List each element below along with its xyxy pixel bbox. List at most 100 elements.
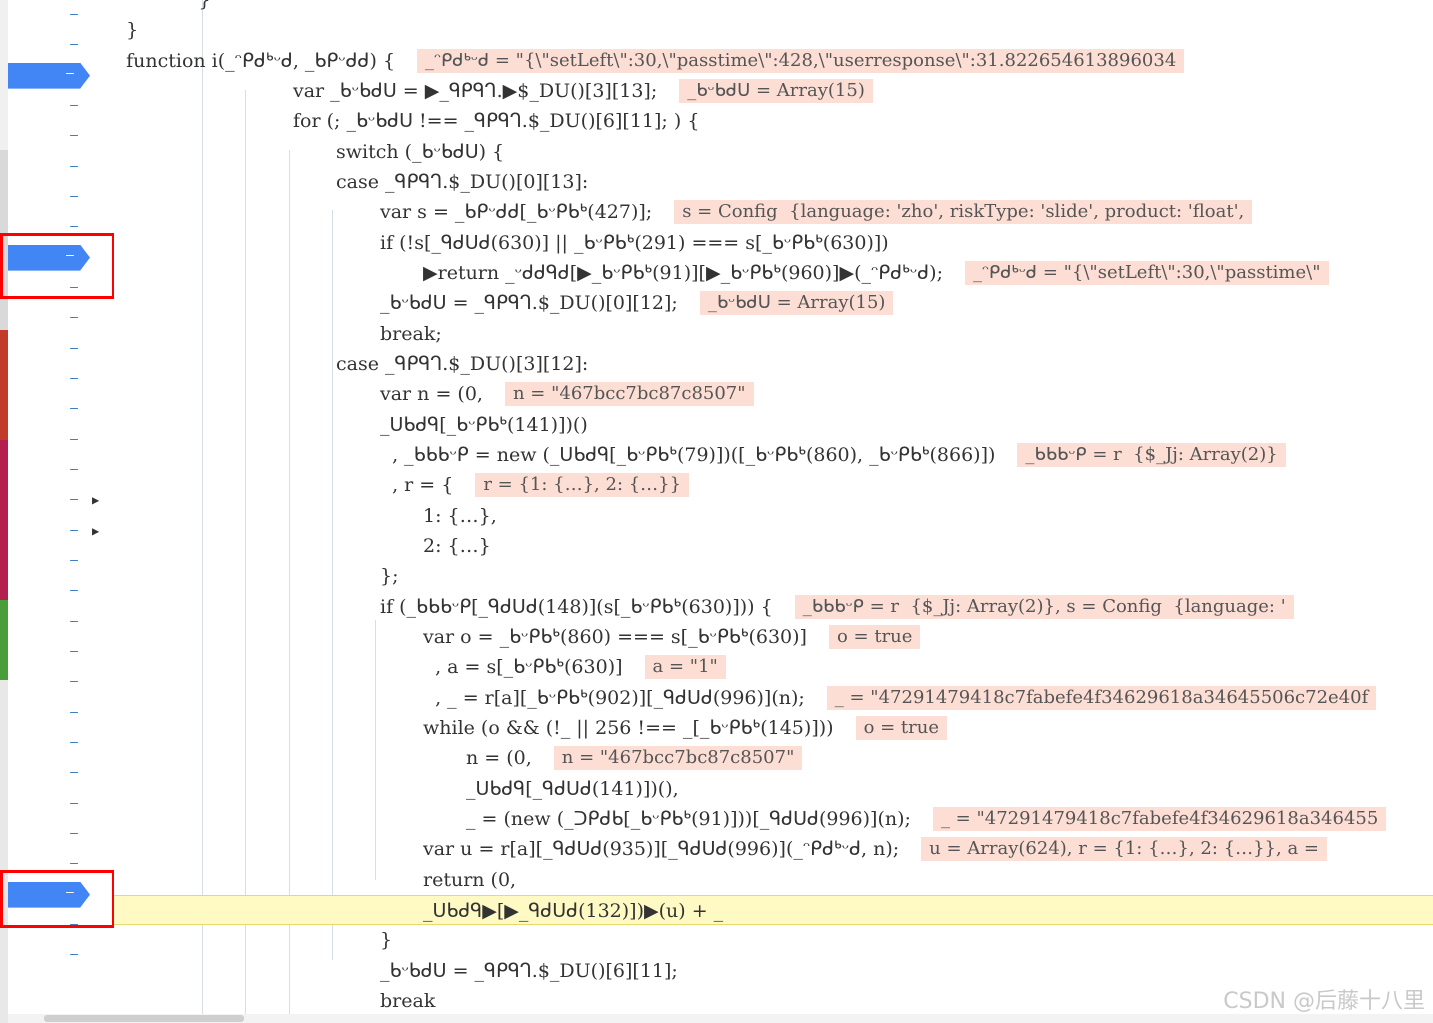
line-number[interactable]: – — [64, 789, 84, 819]
line-number[interactable]: – — [64, 121, 84, 151]
code-text: _ᑌᑲᑯᑫ▶[▶_ᑫᑯᑌᑯ(132)])▶(u) + _ — [423, 899, 724, 922]
code-text: _ᑌᑲᑯᑫ[_ᑲᵕᑭᑲᒃ(141)])() — [380, 413, 588, 436]
breakpoint-marker[interactable]: – — [8, 62, 90, 89]
code-line[interactable]: _ = (new (_ᑐᑭᑯᑲ[_ᑲᵕᑭᑲᒃ(91)]))[_ᑫᑯᑌᑯ(996)… — [114, 804, 1433, 834]
code-text: var o = _ᑲᵕᑭᑲᒃ(860) === s[_ᑲᵕᑭᑲᒃ(630)] — [423, 625, 807, 648]
code-text: case _ᑫᑭᑫᒉ.$_DU()[3][12]: — [336, 352, 589, 375]
code-text: }; — [380, 565, 399, 588]
code-text: 1: {…}, — [423, 504, 497, 527]
line-number[interactable]: – — [64, 637, 84, 667]
code-line[interactable]: return (0, — [114, 865, 1433, 895]
code-line[interactable]: n = (0, n = "467bcc7bc87c8507" — [114, 743, 1433, 773]
watermark: CSDN @后藤十八里 — [1223, 989, 1425, 1014]
code-line[interactable]: , _ = r[a][_ᑲᵕᑭᑲᒃ(902)][_ᑫᑯᑌᑯ(996)](n); _… — [114, 683, 1433, 713]
code-text: } — [114, 0, 211, 11]
code-line[interactable]: 2: {…} — [114, 531, 1433, 561]
code-line[interactable]: , _ᑲᑲᑲᵕᑭ = new (_ᑌᑲᑯᑫ[_ᑲᵕᑭᑲᒃ(79)])([_ᑲᵕᑭ… — [114, 440, 1433, 470]
code-text: while (o && (!_ || 256 !== _[_ᑲᵕᑭᑲᒃ(145)… — [423, 716, 834, 739]
code-line[interactable]: }; — [114, 561, 1433, 591]
code-line[interactable]: _ᑌᑲᑯᑫ[_ᑲᵕᑭᑲᒃ(141)])() — [114, 410, 1433, 440]
scrollbar-thumb[interactable] — [44, 1015, 244, 1022]
code-line[interactable]: , r = { r = {1: {…}, 2: {…}} — [114, 470, 1433, 500]
inline-value-preview: n = "467bcc7bc87c8507" — [553, 746, 803, 771]
code-line[interactable]: if (!s[_ᑫᑯᑌᑯ(630)] || _ᑲᵕᑭᑲᒃ(291) === s[… — [114, 228, 1433, 258]
expand-arrow-icon[interactable]: ▶ — [92, 516, 99, 546]
line-number[interactable]: – — [64, 819, 84, 849]
code-line[interactable]: var o = _ᑲᵕᑭᑲᒃ(860) === s[_ᑲᵕᑭᑲᒃ(630)] o … — [114, 622, 1433, 652]
expand-arrow-icon[interactable]: ▶ — [92, 485, 99, 515]
code-text: , r = { — [380, 474, 454, 497]
code-line[interactable]: while (o && (!_ || 256 !== _[_ᑲᵕᑭᑲᒃ(145)… — [114, 713, 1433, 743]
inline-value-preview: o = true — [855, 715, 948, 740]
line-number[interactable]: – — [64, 182, 84, 212]
line-number[interactable]: – — [64, 30, 84, 60]
line-number[interactable]: – — [64, 303, 84, 333]
line-number[interactable]: – — [64, 364, 84, 394]
line-number-gutter: – – – – – – – – – – – – – – – – – ▶ – ▶ – – – – – – – – – – – – – – — [0, 0, 115, 1023]
code-line[interactable]: case _ᑫᑭᑫᒉ.$_DU()[3][12]: — [114, 349, 1433, 379]
line-number[interactable]: – — [64, 516, 84, 546]
red-annotation-box — [0, 869, 115, 928]
code-line[interactable]: } — [114, 15, 1433, 45]
source-code-editor[interactable]: } } function i(_ᵔᑭᑯᒃᵕᑯ, _ᑲᑭᵕᑯᑯ) {_ᵔᑭᑯᒃᵕᑯ… — [114, 0, 1433, 1014]
code-line[interactable]: } — [114, 925, 1433, 955]
inline-value-preview: _ᑲᑲᑲᵕᑭ = r {$_Jj: Array(2)}, s = Config … — [794, 594, 1294, 619]
code-text: _ᑲᵕᑲᑯᑌ = _ᑫᑭᑫᒉ.$_DU()[0][12]; — [380, 292, 678, 315]
code-text: 2: {…} — [423, 534, 491, 557]
code-line[interactable]: _ᑲᵕᑲᑯᑌ = _ᑫᑭᑫᒉ.$_DU()[0][12]; _ᑲᵕᑲᑯᑌ = Ar… — [114, 288, 1433, 318]
code-line[interactable]: var s = _ᑲᑭᵕᑯᑯ[_ᑲᵕᑭᑲᒃ(427)]; s = Config {… — [114, 197, 1433, 227]
code-text: break — [380, 989, 436, 1012]
line-number[interactable]: – — [64, 698, 84, 728]
code-text: , _ = r[a][_ᑲᵕᑭᑲᒃ(902)][_ᑫᑯᑌᑯ(996)](n); — [423, 686, 805, 709]
line-number[interactable]: – — [64, 940, 84, 970]
code-text: _ᑌᑲᑯᑫ[_ᑫᑯᑌᑯ(141)])(), — [466, 777, 679, 800]
horizontal-scrollbar[interactable] — [8, 1014, 1433, 1023]
code-text: , _ᑲᑲᑲᵕᑭ = new (_ᑌᑲᑯᑫ[_ᑲᵕᑭᑲᒃ(79)])([_ᑲᵕᑭ… — [380, 443, 996, 466]
line-number[interactable]: – — [64, 667, 84, 697]
line-number[interactable]: – — [64, 273, 84, 303]
line-number[interactable]: – — [64, 607, 84, 637]
code-text: return (0, — [423, 868, 517, 891]
line-number[interactable]: – — [64, 91, 84, 121]
code-line[interactable]: switch (_ᑲᵕᑲᑯᑌ) { — [114, 137, 1433, 167]
line-number[interactable]: – — [64, 0, 84, 30]
code-line[interactable]: 1: {…}, — [114, 501, 1433, 531]
inline-value-preview: r = {1: {…}, 2: {…}} — [475, 473, 690, 498]
code-text: } — [114, 19, 139, 42]
line-number[interactable]: – — [64, 485, 84, 515]
line-number[interactable]: – — [64, 758, 84, 788]
code-line[interactable]: _ᑌᑲᑯᑫ▶[▶_ᑫᑯᑌᑯ(132)])▶(u) + _ — [114, 894, 1433, 925]
inline-value-preview: _ᵔᑭᑯᒃᵕᑯ = "{\"setLeft\":30,\"passtime\":… — [417, 48, 1185, 73]
line-number[interactable]: – — [64, 455, 84, 485]
code-text: _ᑲᵕᑲᑯᑌ = _ᑫᑭᑫᒉ.$_DU()[6][11]; — [380, 959, 678, 982]
code-line[interactable]: } — [114, 0, 1433, 15]
line-number[interactable]: – — [64, 394, 84, 424]
inline-value-preview: _ᑲᵕᑲᑯᑌ = Array(15) — [699, 291, 894, 316]
code-line[interactable]: var u = r[a][_ᑫᑯᑌᑯ(935)][_ᑫᑯᑌᑯ(996)](_ᵔᑭ… — [114, 834, 1433, 864]
code-line[interactable]: , a = s[_ᑲᵕᑭᑲᒃ(630)] a = "1" — [114, 652, 1433, 682]
code-text: break; — [380, 322, 442, 345]
code-line[interactable]: _ᑲᵕᑲᑯᑌ = _ᑫᑭᑫᒉ.$_DU()[6][11]; — [114, 956, 1433, 986]
line-number[interactable]: – — [64, 546, 84, 576]
code-text: } — [380, 929, 393, 952]
code-line[interactable]: ▶return _ᵕᑯᑯᑫᑯ[▶_ᑲᵕᑭᑲᒃ(91)][▶_ᑲᵕᑭᑲᒃ(960)… — [114, 258, 1433, 288]
code-line[interactable]: var _ᑲᵕᑲᑯᑌ = ▶_ᑫᑭᑫᒉ.▶$_DU()[3][13]; _ᑲᵕᑲᑯ… — [114, 76, 1433, 106]
line-number[interactable]: – — [64, 728, 84, 758]
code-line[interactable]: if (_ᑲᑲᑲᵕᑭ[_ᑫᑯᑌᑯ(148)](s[_ᑲᵕᑭᑲᒃ(630)])) … — [114, 592, 1433, 622]
code-line[interactable]: _ᑌᑲᑯᑫ[_ᑫᑯᑌᑯ(141)])(), — [114, 774, 1433, 804]
line-number[interactable]: – — [64, 576, 84, 606]
code-line[interactable]: var n = (0, n = "467bcc7bc87c8507" — [114, 379, 1433, 409]
line-number[interactable]: – — [64, 425, 84, 455]
code-line[interactable]: case _ᑫᑭᑫᒉ.$_DU()[0][13]: — [114, 167, 1433, 197]
code-line[interactable]: break; — [114, 319, 1433, 349]
line-number[interactable]: – — [64, 152, 84, 182]
code-text: _ = (new (_ᑐᑭᑯᑲ[_ᑲᵕᑭᑲᒃ(91)]))[_ᑫᑯᑌᑯ(996)… — [466, 807, 911, 830]
inline-value-preview: s = Config {language: 'zho', riskType: '… — [674, 200, 1253, 225]
line-number[interactable]: – — [64, 910, 84, 940]
red-annotation-box — [0, 232, 115, 299]
code-line[interactable]: function i(_ᵔᑭᑯᒃᵕᑯ, _ᑲᑭᵕᑯᑯ) {_ᵔᑭᑯᒃᵕᑯ = "… — [114, 46, 1433, 76]
line-number[interactable]: – — [64, 334, 84, 364]
code-line[interactable]: for (; _ᑲᵕᑲᑯᑌ !== _ᑫᑭᑫᒉ.$_DU()[6][11]; )… — [114, 106, 1433, 136]
code-text: var s = _ᑲᑭᵕᑯᑯ[_ᑲᵕᑭᑲᒃ(427)]; — [380, 201, 653, 224]
inline-value-preview: a = "1" — [644, 655, 726, 680]
